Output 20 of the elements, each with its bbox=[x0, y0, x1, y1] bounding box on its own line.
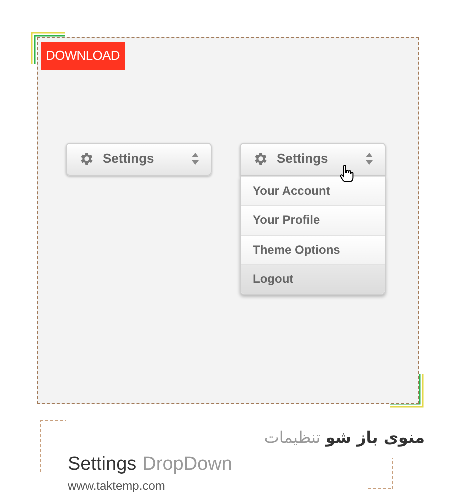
website-url: www.taktemp.com bbox=[68, 478, 166, 495]
frame-corner-drawing bbox=[40, 420, 66, 472]
download-badge[interactable]: DOWNLOAD bbox=[41, 42, 125, 70]
caption-subtitle: منوی باز شو bbox=[326, 428, 425, 448]
gear-icon bbox=[253, 151, 269, 167]
settings-dropdown-button[interactable]: Settings bbox=[66, 142, 212, 176]
caption-title: Settings bbox=[68, 455, 137, 474]
up-down-arrows-icon bbox=[366, 153, 373, 165]
caption-title: DropDown bbox=[142, 455, 232, 474]
caption-subtitle: تنظیمات bbox=[264, 428, 321, 448]
corner-lines-icon bbox=[390, 374, 424, 408]
menu-item[interactable]: Logout bbox=[241, 264, 385, 294]
menu-item[interactable]: Your Account bbox=[241, 176, 385, 205]
frame-corner-drawing bbox=[368, 458, 394, 490]
hand-cursor-icon bbox=[340, 164, 354, 182]
menu-item[interactable]: Theme Options bbox=[241, 234, 385, 264]
gear-icon bbox=[79, 151, 95, 167]
menu-item[interactable]: Your Profile bbox=[241, 205, 385, 234]
up-down-arrows-icon bbox=[192, 153, 199, 165]
settings-dropdown-button[interactable]: Settings bbox=[240, 142, 386, 176]
